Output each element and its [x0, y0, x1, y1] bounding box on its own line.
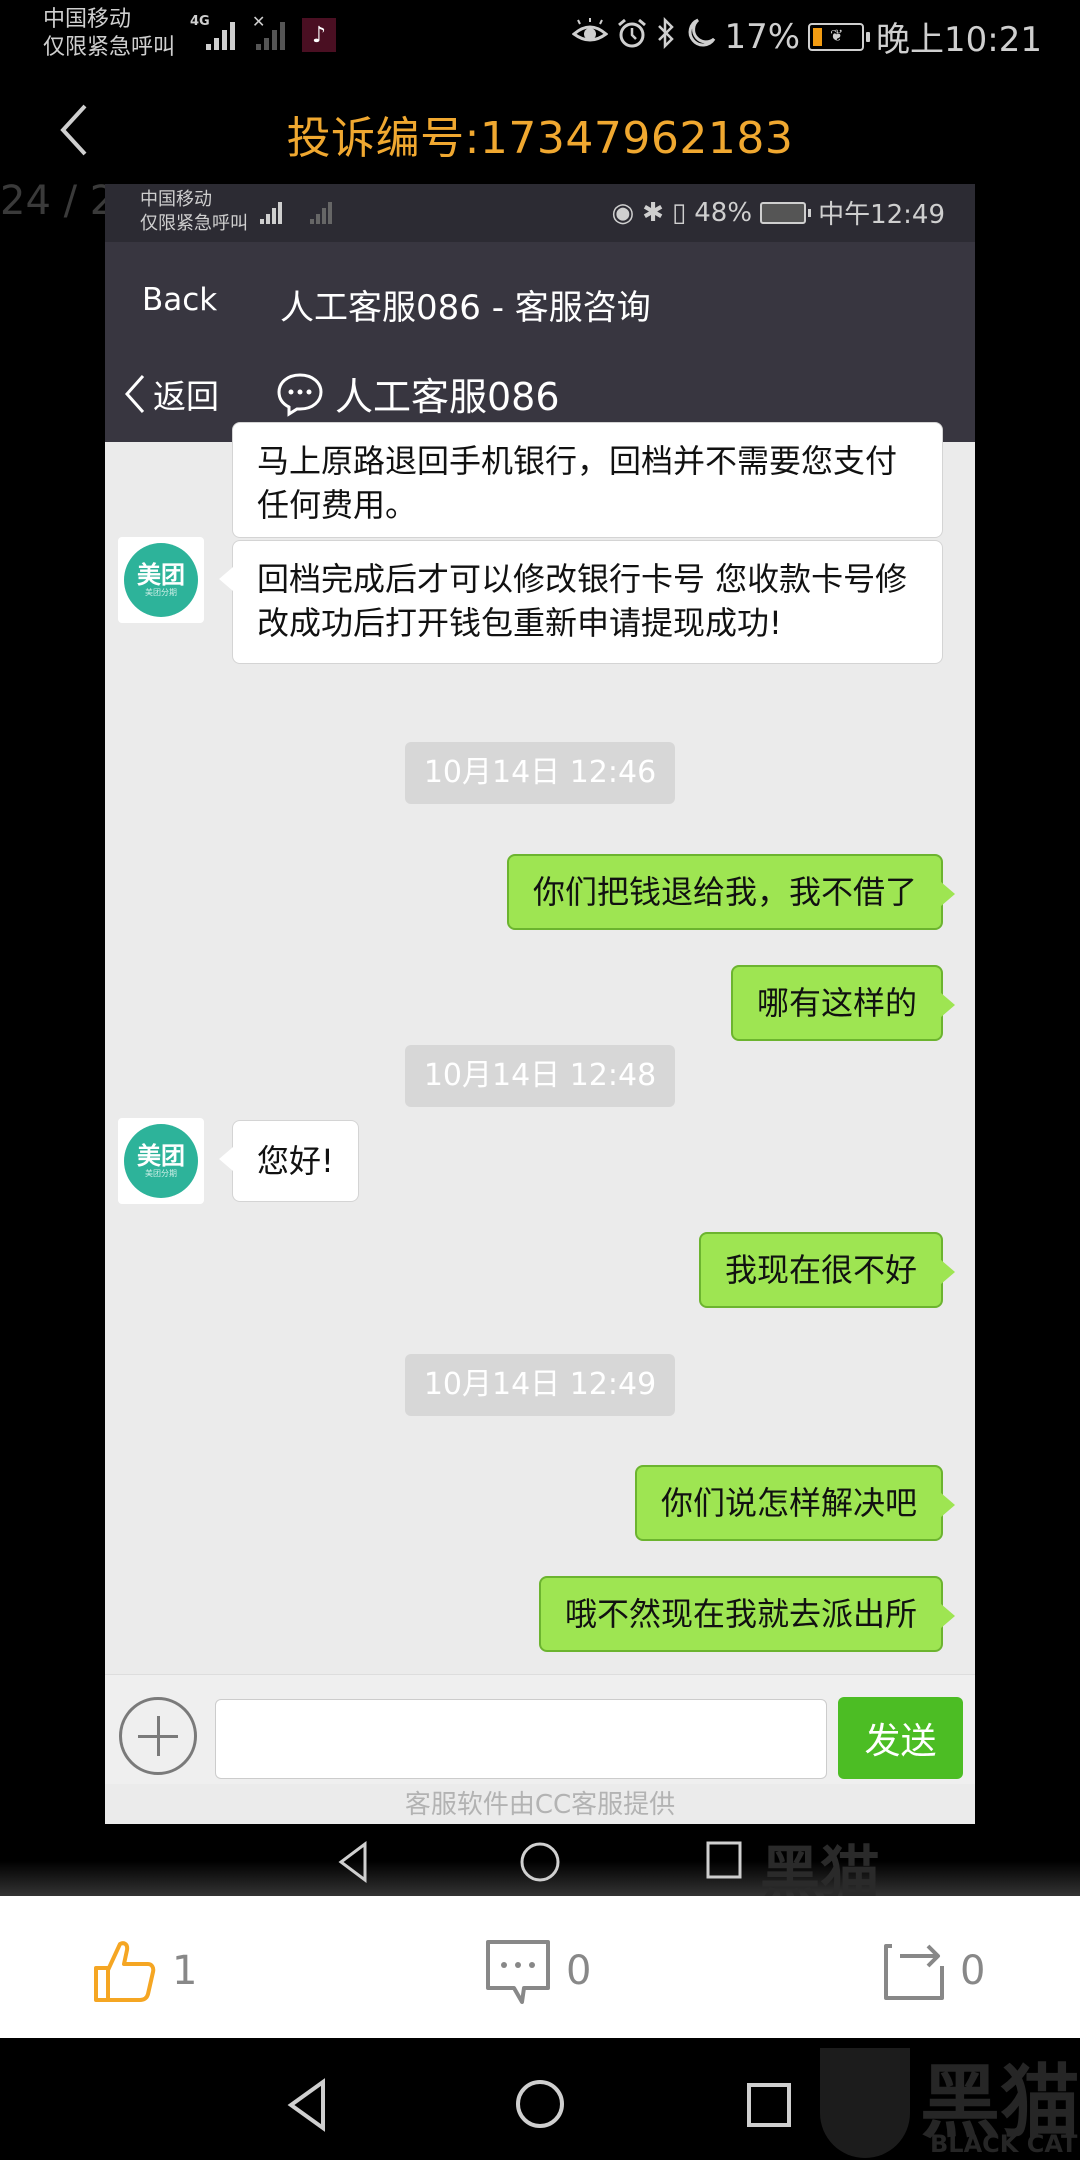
watermark-sub: BLACK CAT	[930, 2130, 1078, 2158]
message-timestamp: 10月14日 12:46	[405, 742, 675, 804]
add-attachment-button[interactable]	[119, 1697, 197, 1775]
message-input[interactable]	[215, 1699, 827, 1779]
share-button[interactable]: 0	[878, 1936, 985, 2006]
embedded-signal-icon	[260, 198, 282, 224]
embedded-status-indicators: ◉ ✱ ▯ 48% 中午12:49	[611, 194, 945, 231]
message-timestamp: 10月14日 12:48	[405, 1045, 675, 1107]
thumbs-up-icon	[94, 1941, 156, 2002]
agent-avatar: 美团 美团分期	[118, 537, 204, 623]
message-bubble-user: 你们说怎样解决吧	[634, 1465, 956, 1541]
message-bubble-agent: 回档完成后才可以修改银行卡号 您收款卡号修改成功后打开钱包重新申请提现成功!	[219, 540, 943, 664]
eye-icon	[572, 17, 609, 56]
message-text: 哦不然现在我就去派出所	[564, 1595, 917, 1633]
embedded-chat-screenshot: 中国移动 仅限紧急呼叫 ◉ ✱ ▯ 48% 中午12:49 Back 人工客服0…	[105, 184, 975, 1824]
message-bubble-agent: 马上原路退回手机银行，回档并不需要您支付任何费用。	[232, 422, 943, 538]
tiktok-icon: ♪	[302, 18, 336, 52]
clock: 晚上10:21	[876, 20, 1042, 60]
nav-recent-icon	[706, 1841, 742, 1879]
message-bubble-user: 我现在很不好	[698, 1232, 956, 1308]
black-cat-logo-icon	[820, 2048, 910, 2158]
nav-back-button[interactable]	[285, 2078, 329, 2132]
carrier-name: 中国移动	[43, 7, 132, 32]
embedded-carrier-status: 仅限紧急呼叫	[140, 213, 248, 234]
signal-no-service-icon: ✕	[252, 12, 285, 50]
embedded-carrier: 中国移动 仅限紧急呼叫	[140, 188, 248, 236]
complaint-header: 投诉编号:17347962183	[0, 80, 1080, 180]
return-button[interactable]: 返回	[119, 370, 219, 418]
message-composer: 发送	[105, 1674, 975, 1784]
message-bubble-agent: 您好!	[219, 1120, 359, 1202]
chevron-left-icon	[124, 375, 145, 413]
chat-page-title: 人工客服086 - 客服咨询	[280, 288, 651, 328]
charging-battery-icon	[760, 201, 812, 224]
agent-name: 人工客服086	[335, 375, 560, 419]
vibrate-icon: ▯	[671, 197, 687, 228]
nav-recents-button[interactable]	[746, 2082, 792, 2128]
message-text: 回档完成后才可以修改银行卡号 您收款卡号修改成功后打开钱包重新申请提现成功!	[257, 560, 908, 642]
agent-title: 人工客服086	[275, 366, 560, 421]
action-bar: 1 0 0	[0, 1896, 1080, 2038]
bluetooth-icon: ✱	[642, 197, 664, 228]
powered-by-label: 客服软件由CC客服提供	[404, 1790, 676, 1820]
avatar-brand: 美团	[137, 561, 185, 589]
message-text: 你们说怎样解决吧	[660, 1484, 917, 1522]
network-type: 4G	[190, 14, 210, 29]
send-button[interactable]: 发送	[838, 1697, 963, 1779]
message-bubble-user: 哦不然现在我就去派出所	[538, 1576, 956, 1652]
avatar-brand: 美团	[137, 1142, 185, 1170]
system-nav-bar: 黑猫 BLACK CAT	[0, 2038, 1080, 2160]
message-text: 马上原路退回手机银行，回档并不需要您支付任何费用。	[257, 442, 898, 524]
avatar-sub: 美团分期	[145, 1169, 177, 1178]
nav-back-icon	[338, 1841, 367, 1883]
battery-icon: ❦	[808, 22, 871, 51]
share-count: 0	[960, 1948, 986, 1994]
status-bar: 中国移动 仅限紧急呼叫 4G ✕ ♪ 17% ❦ 晚上10:21	[0, 0, 1080, 72]
embedded-signal-no-service-icon	[310, 198, 332, 224]
return-label: 返回	[153, 377, 219, 416]
chat-message-list[interactable]: 马上原路退回手机银行，回档并不需要您支付任何费用。 美团 美团分期 回档完成后才可…	[105, 422, 975, 1672]
avatar-sub: 美团分期	[145, 588, 177, 597]
share-icon	[884, 1944, 944, 2000]
embedded-status-bar: 中国移动 仅限紧急呼叫 ◉ ✱ ▯ 48% 中午12:49	[105, 184, 975, 242]
nav-home-icon	[520, 1842, 560, 1882]
embedded-clock: 中午12:49	[818, 200, 945, 230]
comment-icon	[486, 1940, 550, 2004]
embedded-carrier-name: 中国移动	[140, 189, 212, 210]
status-indicators: 17% ❦ 晚上10:21	[572, 12, 1042, 61]
carrier-status: 仅限紧急呼叫	[43, 35, 176, 60]
moon-icon	[684, 17, 716, 57]
embedded-nav-bar: 黑猫	[0, 1826, 1080, 1910]
message-text: 哪有这样的	[756, 984, 917, 1022]
message-text: 您好!	[257, 1142, 334, 1180]
message-bubble-user: 哪有这样的	[730, 965, 956, 1041]
embedded-battery-percent: 48%	[694, 197, 753, 228]
message-text: 我现在很不好	[724, 1251, 917, 1289]
carrier-label: 中国移动 仅限紧急呼叫	[43, 6, 175, 62]
message-timestamp: 10月14日 12:49	[405, 1354, 675, 1416]
like-button[interactable]: 1	[90, 1936, 197, 2006]
chat-header: Back 人工客服086 - 客服咨询 返回 人工客服086	[105, 242, 975, 442]
message-bubble-user: 你们把钱退给我，我不借了	[506, 854, 956, 930]
battery-percent: 17%	[724, 16, 801, 57]
image-page-counter: 24 / 2	[0, 178, 116, 224]
alarm-icon	[616, 17, 648, 57]
like-count: 1	[172, 1948, 198, 1994]
comment-count: 0	[566, 1948, 592, 1994]
eye-icon: ◉	[611, 197, 635, 228]
signal-icon: 4G	[190, 14, 235, 50]
comment-button[interactable]: 0	[484, 1936, 591, 2006]
complaint-title: 投诉编号:17347962183	[286, 113, 794, 164]
back-link[interactable]: Back	[142, 282, 217, 318]
agent-avatar: 美团 美团分期	[118, 1118, 204, 1204]
message-text: 你们把钱退给我，我不借了	[532, 873, 917, 911]
nav-home-button[interactable]	[514, 2078, 566, 2130]
chat-bubble-icon	[277, 372, 323, 417]
bluetooth-icon	[656, 16, 676, 57]
